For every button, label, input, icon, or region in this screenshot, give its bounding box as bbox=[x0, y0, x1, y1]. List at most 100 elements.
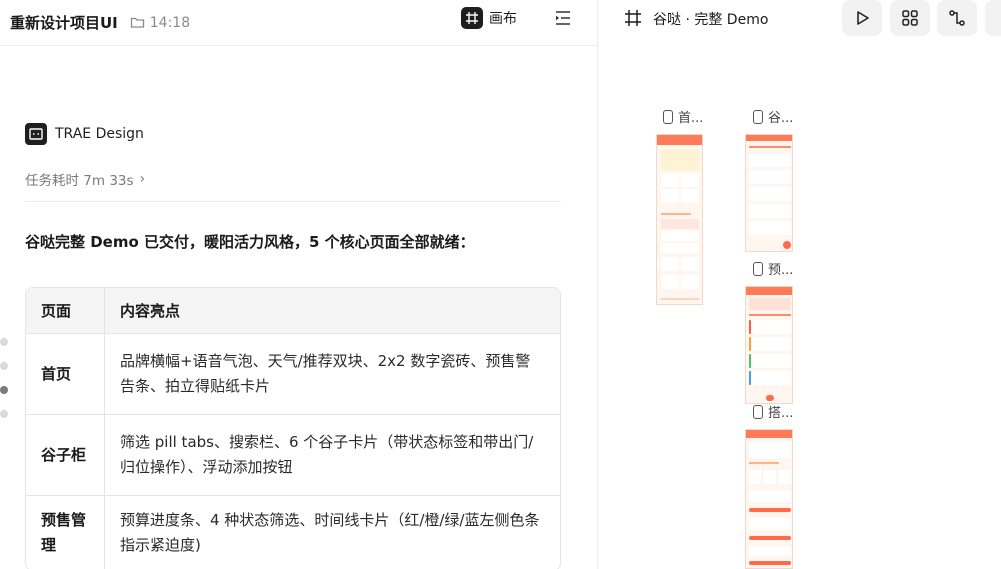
cell-page: 谷子柜 bbox=[26, 415, 105, 496]
preview-card bbox=[749, 371, 791, 385]
preview-banner bbox=[746, 430, 792, 438]
preview-banner bbox=[746, 135, 792, 141]
preview-card bbox=[681, 275, 699, 289]
phone-preview-outfit[interactable] bbox=[745, 429, 793, 569]
canvas-panel: 谷哒 · 完整 Demo 首... 谷... 预... 搭... bbox=[604, 0, 1001, 569]
preview-card bbox=[749, 354, 791, 368]
chat-header: 重新设计项目UI 14:18 画布 bbox=[0, 0, 597, 46]
brand-name: TRAE Design bbox=[55, 126, 144, 142]
preview-card bbox=[749, 298, 791, 310]
canvas-button[interactable]: 画布 bbox=[461, 6, 517, 30]
phone-icon bbox=[753, 261, 763, 276]
preview-card bbox=[749, 470, 761, 484]
trae-logo-icon bbox=[25, 123, 47, 145]
frame-icon bbox=[624, 9, 642, 27]
task-time: 任务耗时 7m 33s bbox=[25, 173, 134, 189]
preview-card bbox=[661, 257, 679, 271]
scroll-indicator[interactable] bbox=[0, 338, 8, 418]
project-title[interactable]: 重新设计项目UI bbox=[10, 12, 118, 33]
table-header-row: 页面 内容亮点 bbox=[26, 288, 560, 334]
scroll-dot[interactable] bbox=[0, 362, 8, 370]
scroll-dot-active[interactable] bbox=[0, 386, 8, 394]
preview-card bbox=[661, 149, 699, 171]
preview-card bbox=[661, 243, 699, 253]
frame-label[interactable]: 搭... bbox=[753, 402, 793, 421]
project-time: 14:18 bbox=[149, 14, 191, 31]
summary-text: 谷哒完整 Demo 已交付，暖阳活力风格，5 个核心页面全部就绪： bbox=[25, 233, 475, 251]
table-header-highlight: 内容亮点 bbox=[105, 288, 560, 334]
frame-label[interactable]: 预... bbox=[753, 259, 793, 278]
table-row: 首页 品牌横幅+语音气泡、天气/推荐双块、2x2 数字瓷砖、预售警告条、拍立得贴… bbox=[26, 334, 560, 415]
play-icon bbox=[857, 11, 869, 25]
preview-bar bbox=[749, 314, 791, 316]
folder-icon[interactable] bbox=[130, 15, 145, 30]
preview-card bbox=[661, 173, 679, 187]
more-button[interactable] bbox=[985, 0, 1001, 36]
table-header-page: 页面 bbox=[26, 288, 105, 334]
preview-card bbox=[661, 189, 679, 203]
cell-page: 首页 bbox=[26, 334, 105, 415]
preview-card bbox=[749, 170, 791, 184]
canvas-frame-icon bbox=[461, 7, 483, 29]
scroll-dot[interactable] bbox=[0, 410, 8, 418]
preview-card bbox=[749, 153, 791, 167]
preview-card bbox=[749, 187, 791, 201]
preview-card bbox=[749, 442, 791, 458]
outline-toggle-icon[interactable] bbox=[553, 9, 573, 27]
frame-label-text: 谷... bbox=[768, 111, 794, 126]
flow-icon bbox=[949, 10, 965, 26]
preview-card bbox=[661, 219, 699, 229]
app-root: 重新设计项目UI 14:18 画布 TRAE Design 任务耗时 7m 33… bbox=[0, 0, 1001, 569]
preview-banner bbox=[746, 287, 792, 295]
highlights-table: 页面 内容亮点 首页 品牌横幅+语音气泡、天气/推荐双块、2x2 数字瓷砖、预售… bbox=[25, 287, 561, 569]
preview-card bbox=[661, 231, 699, 241]
preview-bar bbox=[661, 213, 691, 215]
flow-button[interactable] bbox=[937, 0, 977, 36]
preview-fab bbox=[783, 241, 791, 249]
preview-button bbox=[749, 561, 791, 565]
divider bbox=[25, 201, 561, 202]
phone-preview-home[interactable] bbox=[656, 134, 703, 305]
cell-page: 预售管理 bbox=[26, 496, 105, 569]
phone-preview-presale[interactable] bbox=[745, 286, 793, 404]
phone-icon bbox=[753, 404, 763, 419]
preview-card bbox=[749, 204, 791, 218]
preview-card bbox=[749, 221, 791, 235]
preview-card bbox=[779, 470, 791, 484]
message-content: TRAE Design 任务耗时 7m 33s › 谷哒完整 Demo 已交付，… bbox=[25, 46, 561, 569]
play-button[interactable] bbox=[842, 0, 882, 36]
preview-banner bbox=[657, 135, 702, 145]
preview-card bbox=[749, 546, 791, 556]
preview-card bbox=[749, 320, 791, 334]
grid-button[interactable] bbox=[890, 0, 930, 36]
grid-icon bbox=[902, 10, 918, 26]
preview-card bbox=[749, 518, 791, 530]
preview-card bbox=[749, 490, 791, 502]
preview-nav bbox=[766, 395, 774, 401]
frame-label-text: 首... bbox=[678, 111, 704, 126]
task-time-row[interactable]: 任务耗时 7m 33s › bbox=[25, 169, 145, 189]
preview-card bbox=[661, 275, 679, 289]
frame-label-text: 预... bbox=[768, 263, 794, 278]
cell-highlight: 筛选 pill tabs、搜索栏、6 个谷子卡片（带状态标签和带出门/归位操作）… bbox=[105, 415, 560, 496]
phone-icon bbox=[753, 109, 763, 124]
preview-bar bbox=[749, 462, 779, 464]
phone-icon bbox=[663, 109, 673, 124]
brand-row: TRAE Design bbox=[25, 123, 144, 145]
chevron-right-icon: › bbox=[139, 171, 146, 187]
preview-card bbox=[681, 173, 699, 187]
frame-label[interactable]: 首... bbox=[663, 107, 703, 126]
canvas-label: 画布 bbox=[489, 11, 517, 27]
scroll-dot[interactable] bbox=[0, 338, 8, 346]
preview-bar bbox=[661, 298, 699, 300]
cell-highlight: 预算进度条、4 种状态筛选、时间线卡片（红/橙/绿/蓝左侧色条指示紧迫度) bbox=[105, 496, 560, 569]
chat-panel: 重新设计项目UI 14:18 画布 TRAE Design 任务耗时 7m 33… bbox=[0, 0, 598, 569]
preview-bar bbox=[749, 146, 791, 148]
canvas-header: 谷哒 · 完整 Demo bbox=[604, 0, 1001, 36]
preview-button bbox=[749, 508, 791, 512]
table-row: 谷子柜 筛选 pill tabs、搜索栏、6 个谷子卡片（带状态标签和带出门/归… bbox=[26, 415, 560, 496]
preview-card bbox=[764, 470, 776, 484]
preview-card bbox=[681, 189, 699, 203]
phone-preview-cabinet[interactable] bbox=[745, 134, 793, 252]
frame-label[interactable]: 谷... bbox=[753, 107, 793, 126]
